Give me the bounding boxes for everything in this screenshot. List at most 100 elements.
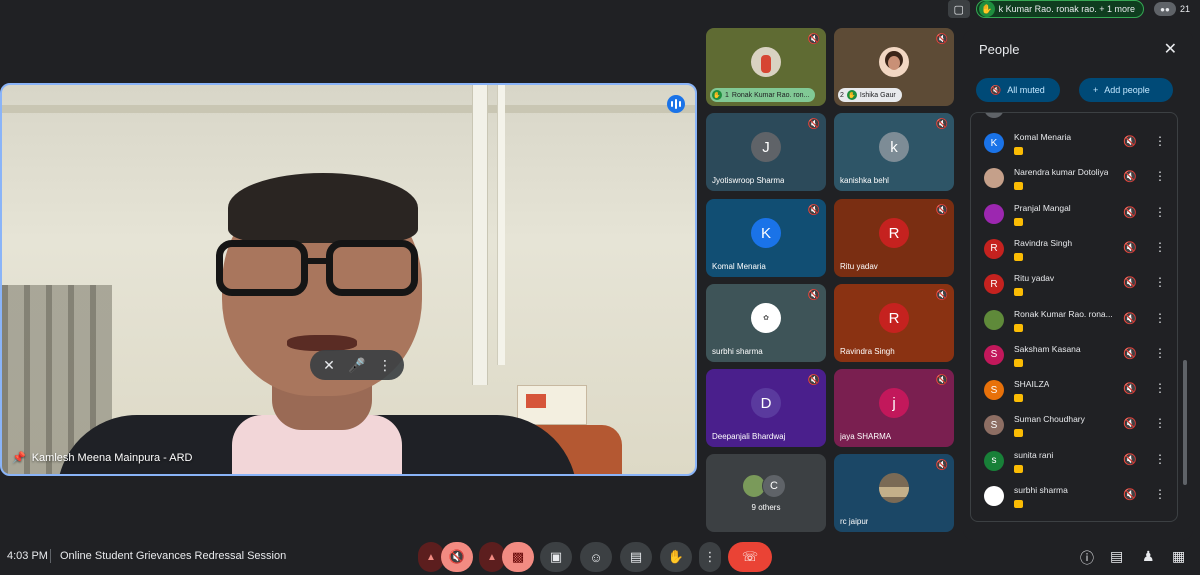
more-options-icon[interactable]: ⋮	[1154, 205, 1166, 219]
list-item[interactable]: surbhi sharma 🔇 ⋮	[971, 479, 1177, 514]
list-item[interactable]: K Komal Menaria 🔇 ⋮	[971, 126, 1177, 161]
participant-tile[interactable]: 🔇 R Ravindra Singh	[834, 284, 954, 362]
more-vert-icon: ⋮	[703, 549, 717, 564]
list-item[interactable]: s sunita rani 🔇 ⋮	[971, 444, 1177, 479]
mic-off-icon: 🔇	[935, 205, 948, 216]
people-list-scrollbar[interactable]	[1183, 360, 1187, 485]
participant-photo	[879, 473, 909, 503]
avatar: k	[879, 132, 909, 162]
raise-hand-icon: ✋	[712, 90, 722, 100]
list-item[interactable]: S SHAILZA 🔇 ⋮	[971, 373, 1177, 408]
microphone-icon[interactable]: 🎤	[348, 357, 366, 374]
mic-off-icon[interactable]: 🔇	[1123, 206, 1137, 219]
people-list[interactable]: K Komal Menaria 🔇 ⋮ Narendra kumar Dotoliya 🔇…	[970, 112, 1178, 522]
more-options-icon[interactable]: ⋮	[1154, 169, 1166, 183]
mic-off-icon[interactable]: 🔇	[1123, 170, 1137, 183]
participant-photo	[879, 47, 909, 77]
leave-call-button[interactable]: ☏	[728, 542, 772, 572]
captions-button[interactable]: ▤	[620, 542, 652, 572]
mic-off-icon: 🔇	[807, 34, 820, 45]
participant-tile[interactable]: 🔇 K Komal Menaria	[706, 199, 826, 277]
participant-tile[interactable]: 🔇 ✋ 1 Ronak Kumar Rao. ron...	[706, 28, 826, 106]
mic-off-icon[interactable]: 🔇	[1123, 312, 1137, 325]
tile-hover-controls: ✕ 🎤 ⋮	[310, 350, 404, 380]
mic-off-icon[interactable]: 🔇	[1123, 417, 1137, 430]
mic-off-icon[interactable]: 🔇	[1123, 276, 1137, 289]
participant-tile[interactable]: 🔇 D Deepanjali Bhardwaj	[706, 369, 826, 447]
participant-tile[interactable]: 🔇 j jaya SHARMA	[834, 369, 954, 447]
avatar: R	[984, 238, 1004, 259]
close-icon[interactable]: ✕	[1164, 39, 1177, 59]
list-item[interactable]: R Ravindra Singh 🔇 ⋮	[971, 232, 1177, 267]
participant-tile[interactable]: 🔇 ✿ surbhi sharma	[706, 284, 826, 362]
participant-name: Saksham Kasana	[1014, 343, 1081, 354]
mic-off-icon[interactable]: 🔇	[1123, 347, 1137, 360]
mic-off-icon: 🔇	[807, 375, 820, 386]
pin-icon: 📌	[12, 452, 26, 464]
mic-off-icon[interactable]: 🔇	[1123, 241, 1137, 254]
more-options-icon[interactable]: ⋮	[1154, 452, 1166, 466]
list-item[interactable]: R Ritu yadav 🔇 ⋮	[971, 267, 1177, 302]
wall-poster	[517, 385, 587, 425]
participant-tile[interactable]: 🔇 2 ✋ Ishika Gaur	[834, 28, 954, 106]
participant-tile[interactable]: 🔇 J Jyotiswroop Sharma	[706, 113, 826, 191]
mic-off-icon[interactable]: 🔇	[1123, 135, 1137, 148]
avatar: J	[751, 132, 781, 162]
mic-off-icon[interactable]: 🔇	[1123, 488, 1137, 501]
more-options-icon[interactable]: ⋮	[1154, 311, 1166, 325]
raise-hand-icon: ✋	[667, 549, 685, 564]
main-speaker-tile[interactable]: ✕ 🎤 ⋮ 📌 Kamlesh Meena Mainpura - ARD	[0, 83, 697, 476]
raise-hand-button[interactable]: ✋	[660, 542, 692, 572]
more-options-icon[interactable]: ⋮	[1154, 134, 1166, 148]
participant-count-value: 21	[1179, 4, 1190, 14]
mic-off-icon[interactable]: 🔇	[1123, 382, 1137, 395]
more-options-icon[interactable]: ⋮	[1154, 381, 1166, 395]
mic-off-icon[interactable]: 🔇	[1123, 453, 1137, 466]
mic-off-icon: 🔇	[807, 119, 820, 130]
more-options-icon[interactable]: ⋮	[376, 357, 394, 374]
avatar: S	[984, 380, 1004, 401]
participant-tile[interactable]: 🔇 k kanishka behl	[834, 113, 954, 191]
people-icon[interactable]: ♟	[1142, 548, 1155, 565]
more-options-icon[interactable]: ⋮	[1154, 275, 1166, 289]
more-options-icon[interactable]: ⋮	[1154, 416, 1166, 430]
speaking-indicator-icon	[667, 95, 685, 113]
unpin-icon[interactable]: ✕	[320, 357, 338, 374]
tile-name: Jyotiswroop Sharma	[712, 176, 785, 185]
participant-tile[interactable]: 🔇 R Ritu yadav	[834, 199, 954, 277]
meeting-title: Online Student Grievances Redressal Sess…	[60, 550, 287, 562]
avatar: R	[984, 274, 1004, 295]
list-item[interactable]	[971, 113, 1177, 126]
present-icon: ▣	[549, 549, 563, 564]
reactions-button[interactable]: ☺	[580, 542, 612, 572]
tile-name: jaya SHARMA	[840, 432, 892, 441]
external-badge-icon	[1014, 464, 1023, 473]
avatar	[984, 309, 1004, 330]
chat-icon[interactable]: ▤	[1110, 548, 1123, 565]
more-options-button[interactable]: ⋮	[699, 542, 721, 572]
raised-hands-pill[interactable]: ✋ k Kumar Rao. ronak rao. + 1 more	[975, 0, 1144, 18]
more-options-icon[interactable]: ⋮	[1154, 487, 1166, 501]
external-badge-icon	[1014, 358, 1023, 367]
all-muted-button[interactable]: 🔇 All muted	[976, 78, 1060, 102]
activities-icon[interactable]: ▦	[1172, 548, 1185, 565]
avatar: R	[879, 303, 909, 333]
add-people-button[interactable]: + Add people	[1079, 78, 1173, 102]
present-screen-button[interactable]: ▣	[540, 542, 572, 572]
camera-off-indicator-icon: ▢	[947, 0, 970, 18]
more-options-icon[interactable]: ⋮	[1154, 346, 1166, 360]
camera-toggle-button[interactable]: ▩	[502, 542, 534, 572]
others-tile[interactable]: C 9 others	[706, 454, 826, 532]
list-item[interactable]: S Suman Choudhary 🔇 ⋮	[971, 408, 1177, 443]
participant-tile[interactable]: 🔇 rc jaipur	[834, 454, 954, 532]
list-item[interactable]: Pranjal Mangal 🔇 ⋮	[971, 197, 1177, 232]
list-item[interactable]: S Saksham Kasana 🔇 ⋮	[971, 338, 1177, 373]
participant-count[interactable]: ●● 21	[1150, 2, 1194, 16]
list-item[interactable]: Ronak Kumar Rao. rona... 🔇 ⋮	[971, 303, 1177, 338]
meeting-details-icon[interactable]: ⓘ	[1080, 548, 1094, 568]
avatar: s	[984, 450, 1004, 471]
mic-toggle-button[interactable]: 🔇	[441, 542, 473, 572]
external-badge-icon	[1014, 500, 1023, 508]
list-item[interactable]: Narendra kumar Dotoliya 🔇 ⋮	[971, 161, 1177, 196]
more-options-icon[interactable]: ⋮	[1154, 240, 1166, 254]
